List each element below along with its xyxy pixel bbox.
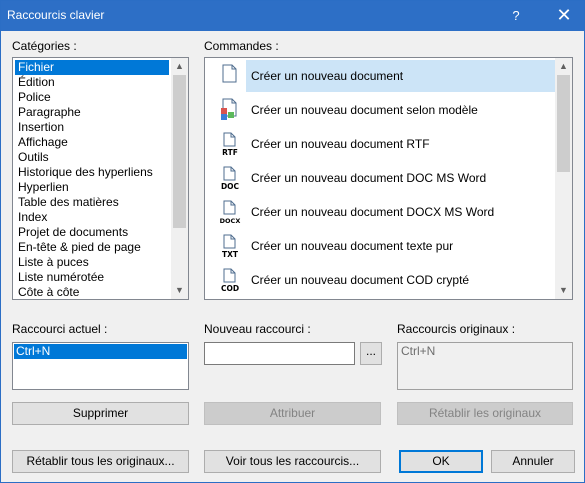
ok-button[interactable]: OK [399,450,483,473]
new-shortcut-input[interactable] [204,342,355,365]
template-document-icon [219,98,241,122]
cancel-button[interactable]: Annuler [491,450,575,473]
rtf-document-icon: RTF [219,132,241,157]
scroll-thumb[interactable] [557,75,570,172]
command-label: Créer un nouveau document DOC MS Word [251,171,487,185]
category-item[interactable]: Table des matières [15,195,165,210]
command-label: Créer un nouveau document DOCX MS Word [251,205,495,219]
original-shortcuts-label: Raccourcis originaux : [397,322,516,336]
command-label: Créer un nouveau document RTF [251,137,430,151]
command-item[interactable]: Créer un nouveau document [207,59,567,93]
category-item[interactable]: Affichage [15,135,165,150]
docx-document-icon: DOCX [219,200,241,225]
commands-label: Commandes : [204,39,279,53]
categories-list[interactable]: Fichier Édition Police Paragraphe Insertion A… [12,57,189,300]
command-label: Créer un nouveau document selon modèle [251,103,478,117]
category-item[interactable]: Liste numérotée [15,270,165,285]
commands-scrollbar[interactable]: ▲ ▼ [555,58,572,299]
category-item[interactable]: Fichier [15,60,169,75]
category-item[interactable]: Édition [15,75,165,90]
restore-all-originals-button[interactable]: Rétablir tous les originaux... [12,450,189,473]
file-type-badge: DOCX [220,217,241,224]
close-button[interactable]: ✕ [544,1,584,31]
doc-document-icon: DOC [219,166,241,191]
categories-scrollbar[interactable]: ▲ ▼ [171,58,188,299]
scroll-thumb[interactable] [173,75,186,228]
assign-button[interactable]: Attribuer [204,402,381,425]
txt-document-icon: TXT [219,234,241,259]
file-type-badge: TXT [222,250,239,258]
category-item[interactable]: Historique des hyperliens [15,165,165,180]
title-bar: Raccourcis clavier ? ✕ [1,1,584,31]
category-item[interactable]: Insertion [15,120,165,135]
category-item[interactable]: En-tête & pied de page [15,240,165,255]
commands-list[interactable]: Créer un nouveau document Créer un nouvea… [204,57,573,300]
category-item[interactable]: Paragraphe [15,105,165,120]
file-type-badge: COD [221,284,239,292]
file-type-badge: DOC [221,182,240,190]
browse-shortcut-button[interactable]: ... [360,342,382,365]
category-item[interactable]: Index [15,210,165,225]
scroll-down-icon[interactable]: ▼ [171,282,188,299]
command-item[interactable]: RTF Créer un nouveau document RTF [207,127,567,161]
category-item[interactable]: Côte à côte [15,285,165,299]
category-item[interactable]: Police [15,90,165,105]
new-shortcut-label: Nouveau raccourci : [204,322,311,336]
scroll-up-icon[interactable]: ▲ [171,58,188,75]
command-item[interactable]: DOC Créer un nouveau document DOC MS Word [207,161,567,195]
category-item[interactable]: Hyperlien [15,180,165,195]
command-item[interactable]: DOCX Créer un nouveau document DOCX MS Wo… [207,195,567,229]
keyboard-shortcuts-dialog: Raccourcis clavier ? ✕ Catégories : Fich… [0,0,585,483]
file-type-badge: RTF [222,148,238,156]
scroll-up-icon[interactable]: ▲ [555,58,572,75]
categories-label: Catégories : [12,39,77,53]
command-item[interactable]: TXT Créer un nouveau document texte pur [207,229,567,263]
command-item[interactable]: COD Créer un nouveau document COD crypté [207,263,567,297]
cod-document-icon: COD [219,268,241,293]
delete-button[interactable]: Supprimer [12,402,189,425]
category-item[interactable]: Projet de documents [15,225,165,240]
help-button[interactable]: ? [501,1,531,31]
command-label: Créer un nouveau document [246,60,567,92]
scroll-down-icon[interactable]: ▼ [555,282,572,299]
category-item[interactable]: Outils [15,150,165,165]
dialog-title: Raccourcis clavier [7,8,105,22]
original-shortcuts-field: Ctrl+N [397,342,573,390]
current-shortcut-label: Raccourci actuel : [12,322,108,336]
category-item[interactable]: Liste à puces [15,255,165,270]
view-all-shortcuts-button[interactable]: Voir tous les raccourcis... [204,450,381,473]
command-label: Créer un nouveau document COD crypté [251,273,470,287]
current-shortcut-list[interactable]: Ctrl+N [12,342,189,390]
restore-originals-button[interactable]: Rétablir les originaux [397,402,573,425]
command-item[interactable]: Créer un nouveau document selon modèle [207,93,567,127]
current-shortcut-item[interactable]: Ctrl+N [14,344,187,359]
new-document-icon [219,64,241,88]
command-label: Créer un nouveau document texte pur [251,239,454,253]
